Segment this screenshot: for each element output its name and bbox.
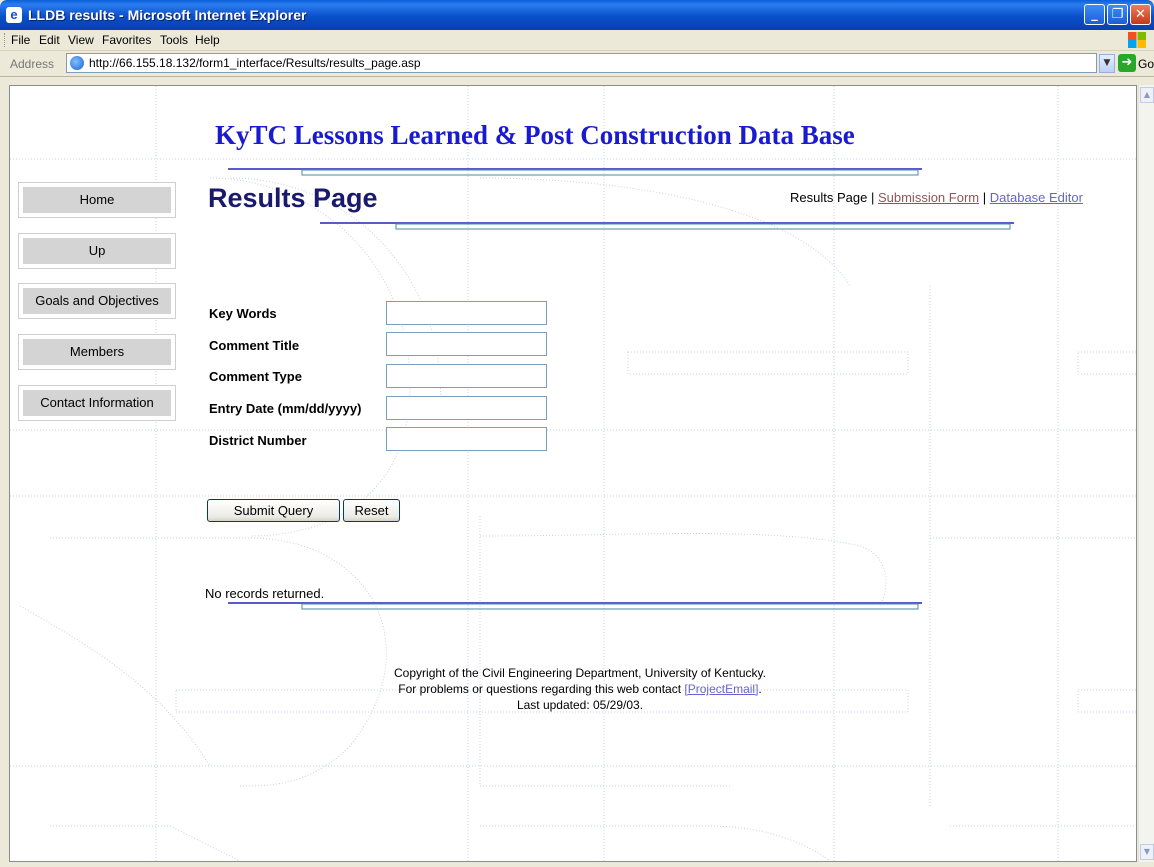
page-footer: Copyright of the Civil Engineering Depar… — [310, 665, 850, 713]
project-email-link[interactable]: [ProjectEmail] — [684, 682, 758, 696]
results-divider — [228, 602, 922, 610]
sidebar-item-home[interactable]: Home — [18, 182, 176, 218]
submit-query-button[interactable]: Submit Query — [207, 499, 340, 522]
close-icon[interactable]: ✕ — [1130, 4, 1151, 25]
top-nav-current: Results Page — [790, 190, 868, 205]
top-nav: Results Page | Submission Form | Databas… — [790, 190, 1083, 206]
sidebar-item-up[interactable]: Up — [18, 233, 176, 269]
go-arrow-icon[interactable]: ➜ — [1118, 54, 1136, 72]
address-bar: Address http://66.155.18.132/form1_inter… — [0, 51, 1154, 77]
district-number-input[interactable] — [386, 427, 547, 451]
vertical-scrollbar[interactable]: ▲ ▼ — [1138, 85, 1154, 862]
page-viewport: KyTC Lessons Learned & Post Construction… — [9, 85, 1137, 862]
sidebar-item-label: Goals and Objectives — [23, 288, 171, 314]
scroll-down-icon[interactable]: ▼ — [1140, 844, 1154, 860]
contact-line: For problems or questions regarding this… — [310, 681, 850, 697]
menu-help[interactable]: Help — [195, 32, 220, 48]
window-titlebar[interactable]: e LLDB results - Microsoft Internet Expl… — [0, 0, 1154, 30]
toolbar-grip[interactable] — [4, 33, 7, 47]
sidebar-item-members[interactable]: Members — [18, 334, 176, 370]
sidebar-item-contact[interactable]: Contact Information — [18, 385, 176, 421]
menu-tools[interactable]: Tools — [160, 32, 188, 48]
key-words-label: Key Words — [209, 306, 277, 321]
ie-page-icon — [70, 56, 84, 70]
nav-separator: | — [870, 190, 875, 205]
heading-divider — [320, 222, 1014, 230]
sidebar-item-label: Contact Information — [23, 390, 171, 416]
entry-date-input[interactable] — [386, 396, 547, 420]
sidebar-item-label: Up — [23, 238, 171, 264]
district-number-label: District Number — [209, 433, 307, 448]
page-title: Results Page — [208, 183, 378, 213]
sidebar-item-label: Members — [23, 339, 171, 365]
comment-type-input[interactable] — [386, 364, 547, 388]
contact-suffix: . — [758, 682, 762, 696]
sidebar-item-label: Home — [23, 187, 171, 213]
sidebar-item-goals[interactable]: Goals and Objectives — [18, 283, 176, 319]
menu-file[interactable]: File — [11, 32, 30, 48]
address-label: Address — [10, 57, 55, 71]
menu-favorites[interactable]: Favorites — [102, 32, 151, 48]
address-dropdown-icon[interactable]: ▼ — [1099, 54, 1115, 73]
window-title: LLDB results - Microsoft Internet Explor… — [28, 7, 307, 23]
result-message: No records returned. — [205, 586, 325, 601]
address-url: http://66.155.18.132/form1_interface/Res… — [89, 56, 421, 70]
minimize-icon[interactable]: _ — [1084, 4, 1105, 25]
entry-date-label: Entry Date (mm/dd/yyyy) — [209, 401, 362, 416]
menu-bar: File Edit View Favorites Tools Help — [0, 30, 1154, 51]
menu-view[interactable]: View — [68, 32, 94, 48]
ie-app-icon: e — [6, 7, 22, 23]
site-title: KyTC Lessons Learned & Post Construction… — [215, 120, 855, 150]
comment-title-input[interactable] — [386, 332, 547, 356]
reset-button[interactable]: Reset — [343, 499, 400, 522]
nav-separator: | — [982, 190, 987, 205]
contact-text: For problems or questions regarding this… — [398, 682, 685, 696]
database-editor-link[interactable]: Database Editor — [990, 190, 1083, 205]
key-words-input[interactable] — [386, 301, 547, 325]
last-updated: Last updated: 05/29/03. — [516, 698, 644, 712]
comment-type-label: Comment Type — [209, 369, 302, 384]
title-divider — [228, 168, 922, 176]
windows-logo-icon — [1128, 32, 1146, 48]
address-input[interactable]: http://66.155.18.132/form1_interface/Res… — [66, 53, 1097, 73]
submission-form-link[interactable]: Submission Form — [878, 190, 979, 205]
go-button[interactable]: Go — [1138, 56, 1154, 72]
menu-edit[interactable]: Edit — [39, 32, 60, 48]
scroll-up-icon[interactable]: ▲ — [1140, 87, 1154, 103]
copyright-text: Copyright of the Civil Engineering Depar… — [394, 666, 766, 680]
maximize-icon[interactable]: ❐ — [1107, 4, 1128, 25]
comment-title-label: Comment Title — [209, 338, 300, 353]
